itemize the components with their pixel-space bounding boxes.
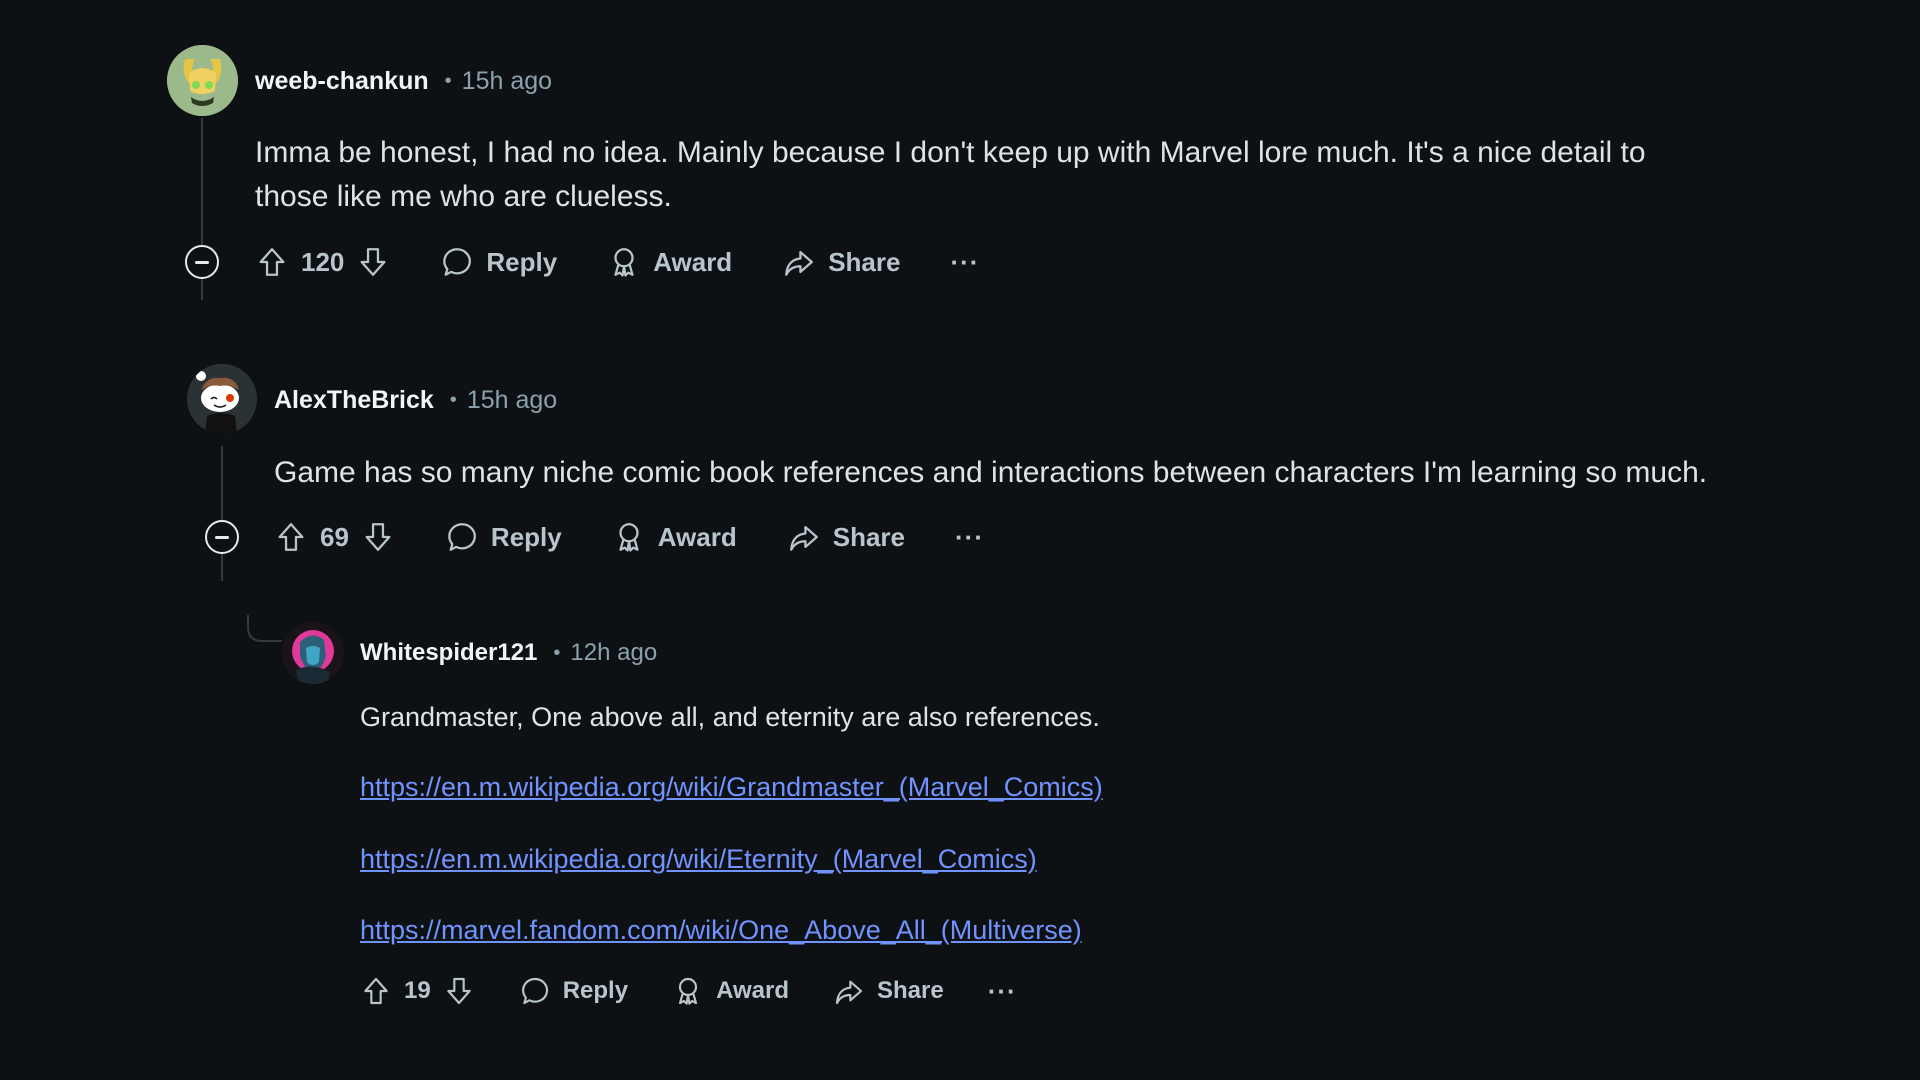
downvote-icon [446,977,471,1005]
comment-body-line: Game has so many niche comic book refere… [274,456,1708,489]
comment-body: Imma be honest, I had no idea. Mainly be… [255,131,1646,219]
share-label: Share [828,246,901,277]
award-button[interactable]: Award [607,245,732,279]
reference-link[interactable]: https://en.m.wikipedia.org/wiki/Grandmas… [360,772,1103,803]
downvote-button[interactable] [443,975,475,1007]
comment-bubble-icon [521,977,548,1005]
share-label: Share [876,977,944,1004]
separator-dot: • [553,641,561,664]
thread-line [201,280,203,300]
avatar[interactable] [167,45,238,116]
snoo-avatar-icon [187,364,257,434]
username[interactable]: weeb-chankun [255,67,429,96]
thread-line [221,446,223,581]
comment-meta: weeb-chankun • 15h ago [255,64,552,98]
loki-avatar-icon [167,45,238,116]
award-icon [678,977,698,1005]
timestamp[interactable]: 15h ago [462,67,552,96]
reply-button[interactable]: Reply [440,245,557,279]
reply-label: Reply [490,521,562,552]
upvote-icon [278,523,304,551]
award-icon [614,248,634,277]
comment-meta: Whitespider121 • 12h ago [360,636,657,670]
share-icon [785,250,814,276]
more-options-button[interactable]: ··· [988,976,1017,1007]
share-button[interactable]: Share [833,975,944,1007]
reply-label: Reply [562,977,629,1004]
comment-bubble-icon [443,248,472,276]
username[interactable]: Whitespider121 [360,639,537,667]
thread-connector [247,615,282,642]
award-label: Award [653,246,733,277]
upvote-button[interactable] [255,245,289,279]
comment-meta: AlexTheBrick • 15h ago [274,383,557,417]
downvote-button[interactable] [361,520,395,554]
reply-label: Reply [486,246,558,277]
reply-button[interactable]: Reply [445,520,562,554]
upvote-button[interactable] [360,975,392,1007]
separator-dot: • [444,69,452,92]
share-button[interactable]: Share [787,520,905,554]
avatar[interactable] [187,364,257,434]
downvote-button[interactable] [356,245,390,279]
share-icon [835,980,863,1005]
reply-button[interactable]: Reply [519,975,628,1007]
vote-count: 19 [404,977,431,1004]
timestamp[interactable]: 12h ago [570,639,657,667]
username[interactable]: AlexTheBrick [274,386,434,415]
more-options-button[interactable]: ··· [950,247,979,278]
downvote-icon [360,248,386,276]
upvote-icon [259,248,285,276]
separator-dot: • [449,388,457,411]
avatar[interactable] [282,622,344,684]
award-icon [619,523,639,552]
reference-link[interactable]: https://en.m.wikipedia.org/wiki/Eternity… [360,844,1037,875]
collapse-thread-button[interactable] [185,245,219,279]
share-icon [789,525,818,551]
upvote-icon [364,977,388,1005]
share-label: Share [832,521,905,552]
more-options-button[interactable]: ··· [955,522,984,553]
comment-actions: 19 Reply Award Share ··· [360,973,1017,1009]
comment-actions: 120 Reply Award Share ··· [255,244,979,280]
upvote-button[interactable] [274,520,308,554]
downvote-icon [365,523,391,551]
vote-count: 69 [320,521,349,552]
comment-body: Game has so many niche comic book refere… [274,451,1707,495]
comment-body: Grandmaster, One above all, and eternity… [360,695,1100,739]
comment-actions: 69 Reply Award Share ··· [274,519,984,555]
award-button[interactable]: Award [612,520,737,554]
award-label: Award [657,521,737,552]
hooded-figure-avatar-icon [282,622,344,684]
collapse-thread-button[interactable] [205,520,239,554]
award-button[interactable]: Award [672,975,789,1007]
award-label: Award [716,977,789,1004]
comment-body-line: those like me who are clueless. [255,180,672,213]
share-button[interactable]: Share [782,245,900,279]
comment-bubble-icon [448,523,476,551]
comment-body-line: Grandmaster, One above all, and eternity… [360,702,1100,732]
comment-body-line: Imma be honest, I had no idea. Mainly be… [255,136,1646,169]
timestamp[interactable]: 15h ago [467,386,557,415]
vote-count: 120 [301,246,345,277]
reference-link[interactable]: https://marvel.fandom.com/wiki/One_Above… [360,915,1082,946]
